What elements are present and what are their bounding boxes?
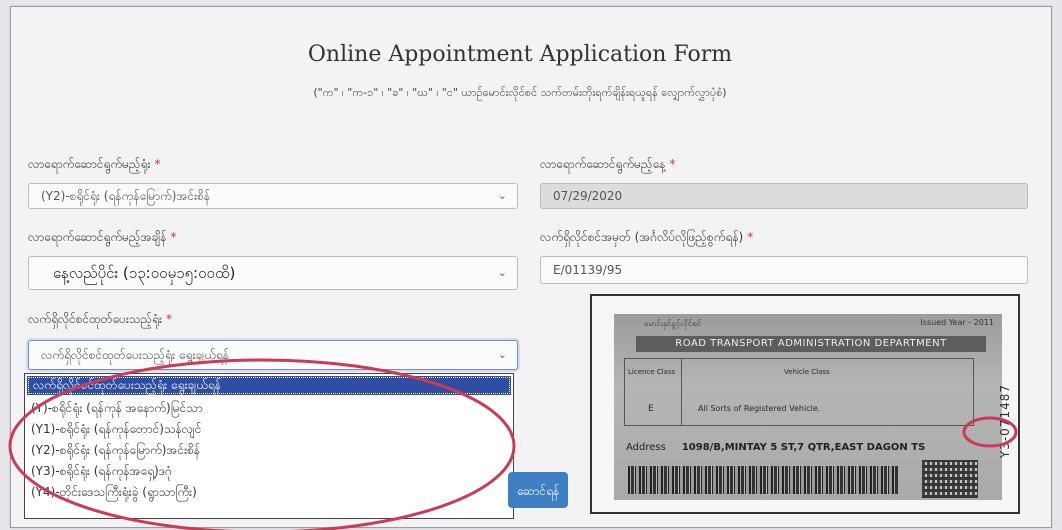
date-field-value: 07/29/2020: [553, 189, 623, 203]
card-address: Address 1098/B,MINTAY 5 ST,7 QTR,EAST DAG…: [626, 442, 925, 453]
chevron-down-icon: ⌄: [497, 266, 507, 279]
required-mark: *: [154, 157, 161, 171]
issuing-office-label-text: လက်ရှိလိုင်စင်ထုတ်ပေးသည့်ရုံး: [28, 312, 163, 326]
chevron-down-icon: ⌄: [497, 348, 507, 361]
barcode: [628, 466, 898, 494]
required-mark: *: [166, 312, 173, 326]
card-address-label: Address: [626, 442, 666, 453]
license-no-input-value: E/01139/95: [553, 263, 623, 277]
card-header-left: မောင်းနှင်ခွင့်လိုင်စင်: [644, 319, 702, 328]
issuing-office-select-value: လက်ရှိလိုင်စင်ထုတ်ပေးသည့်ရုံး ရွေးချယ်ရန…: [41, 348, 229, 362]
license-no-label-text: လက်ရှိလိုင်စင်အမှတ် (အင်္ဂလိပ်လိုဖြည့်စွ…: [540, 230, 744, 244]
chevron-down-icon: ⌄: [497, 189, 507, 202]
issuing-office-label: လက်ရှိလိုင်စင်ထုတ်ပေးသည့်ရုံး *: [28, 311, 172, 329]
required-mark: *: [170, 230, 177, 244]
date-field[interactable]: 07/29/2020: [540, 183, 1028, 209]
card-class-label: Licence Class: [628, 368, 676, 376]
issuing-office-select[interactable]: လက်ရှိလိုင်စင်ထုတ်ပေးသည့်ရုံး ရွေးချယ်ရန…: [28, 340, 518, 370]
card-issued-year: Issued Year - 2011: [920, 318, 994, 327]
license-no-input[interactable]: E/01139/95: [540, 256, 1028, 284]
license-no-label: လက်ရှိလိုင်စင်အမှတ် (အင်္ဂလိပ်လိုဖြည့်စွ…: [540, 229, 753, 247]
required-mark: *: [669, 157, 676, 171]
page-title: Online Appointment Application Form: [307, 42, 733, 67]
card-side-number: Y3-071487: [998, 384, 1012, 459]
license-card: မောင်းနှင်ခွင့်လိုင်စင် Issued Year - 20…: [614, 314, 1012, 500]
card-address-value: 1098/B,MINTAY 5 ST,7 QTR,EAST DAGON TS: [681, 442, 926, 453]
dropdown-option[interactable]: (Y)-စရိုင်ရုံး (ရန်ကုန် အနောက်)မြင်သာ: [25, 399, 513, 418]
time-select[interactable]: နေ့လည်ပိုင်း (၁၃:၀၀မှ၁၅:၀၀ထိ) ⌄: [28, 256, 518, 290]
dropdown-option[interactable]: လက်ရှိလိုင်စင်ထုတ်ပေးသည့်ရုံး ရွေးချယ်ရန…: [27, 376, 511, 395]
dropdown-option[interactable]: (Y2)-စရိုင်ရုံး (ရန်ကုန်မြောက်)အင်းစိန်: [25, 441, 513, 460]
required-mark: *: [747, 230, 754, 244]
submit-button[interactable]: ဆောင်ရန်: [508, 472, 568, 508]
dropdown-option[interactable]: (Y3)-စရိုင်ရုံး (ရန်ကုန်အရှေ့)ဒဂုံ: [25, 462, 513, 481]
date-label: လာရောက်ဆောင်ရွက်မည့်နေ့ *: [540, 156, 675, 174]
issuing-office-dropdown[interactable]: လက်ရှိလိုင်စင်ထုတ်ပေးသည့်ရုံး ရွေးချယ်ရန…: [24, 373, 514, 519]
card-vehicle-label: Vehicle Class: [784, 368, 830, 376]
card-class-value: E: [648, 404, 654, 414]
qr-code: [922, 460, 978, 498]
time-label: လာရောက်ဆောင်ရွက်မည့်အချိန် *: [28, 229, 176, 247]
card-department: ROAD TRANSPORT ADMINISTRATION DEPARTMENT: [636, 336, 986, 352]
office-select-value: (Y2)-စရိုင်ရုံး (ရန်ကုန်မြောက်)အင်းစိန်: [41, 189, 211, 203]
office-label-text: လာရောက်ဆောင်ရွက်မည့်ရုံး: [28, 157, 151, 171]
dropdown-option[interactable]: (Y1)-စရိုင်ရုံး (ရန်ကုန်တောင်)သန်လျင်: [25, 420, 513, 439]
office-label: လာရောက်ဆောင်ရွက်မည့်ရုံး *: [28, 156, 161, 174]
page-subtitle: ("က" ၊ "က-၁" ၊ "ခ" ၊ "ဃ" ၊ "င" ယာဉ်မောင်…: [313, 86, 727, 99]
date-label-text: လာရောက်ဆောင်ရွက်မည့်နေ့: [540, 157, 666, 171]
time-select-value: နေ့လည်ပိုင်း (၁၃:၀၀မှ၁၅:၀၀ထိ): [53, 264, 236, 282]
license-card-image: မောင်းနှင်ခွင့်လိုင်စင် Issued Year - 20…: [590, 294, 1020, 514]
dropdown-option[interactable]: (Y4)-တိုင်းဒေသကြီးရုံးခွဲ (ရွာသာကြီး): [25, 483, 513, 502]
time-label-text: လာရောက်ဆောင်ရွက်မည့်အချိန်: [28, 230, 167, 244]
office-select[interactable]: (Y2)-စရိုင်ရုံး (ရန်ကုန်မြောက်)အင်းစိန် …: [28, 183, 518, 209]
card-vehicle-desc: All Sorts of Registered Vehicle.: [698, 404, 821, 413]
